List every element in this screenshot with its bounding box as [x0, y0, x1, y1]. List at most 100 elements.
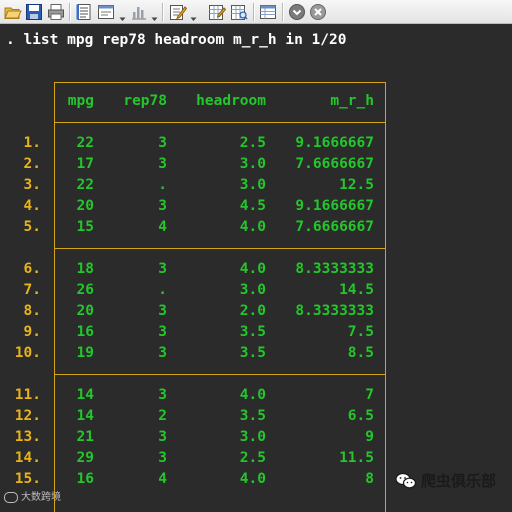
cell-headroom: 2.0	[239, 303, 266, 319]
variables-manager-icon[interactable]	[259, 3, 277, 21]
wechat-icon	[395, 472, 417, 490]
cell-mrh: 7	[365, 387, 374, 403]
cell-rep78: 4	[158, 219, 167, 235]
table-row: 11. 14 3 4.0 7	[0, 385, 512, 406]
cell-rep78: 3	[158, 345, 167, 361]
table-row: 3. 22. 3.0 12.5	[0, 175, 512, 196]
table-row: 6. 18 3 4.0 8.3333333	[0, 259, 512, 280]
table-row: 14. 29 3 2.5 11.5	[0, 448, 512, 469]
cell-headroom: 3.5	[239, 345, 266, 361]
obs-number: 12.	[14, 408, 41, 424]
print-icon[interactable]	[47, 3, 65, 21]
group-divider	[54, 248, 386, 249]
watermark-logo-icon	[4, 491, 18, 503]
cell-mpg: 16	[76, 324, 94, 340]
do-file-editor-icon[interactable]	[169, 3, 187, 21]
cell-mrh: 14.5	[339, 282, 374, 298]
cell-mrh: 8.5	[347, 345, 374, 361]
obs-number: 15.	[14, 471, 41, 487]
obs-number: 3.	[23, 177, 41, 193]
data-browser-icon[interactable]	[230, 3, 248, 21]
cell-headroom: 2.5	[239, 135, 266, 151]
watermark-right: 爬虫俱乐部	[395, 470, 496, 491]
cell-headroom: 4.0	[239, 219, 266, 235]
viewer-dropdown-icon[interactable]	[119, 8, 126, 21]
table-row: 12. 14 2 3.5 6.5	[0, 406, 512, 427]
cell-mrh: 7.6666667	[295, 156, 374, 172]
toolbar-separator	[69, 3, 71, 21]
table-row: 8. 20 3 2.0 8.3333333	[0, 301, 512, 322]
cell-mpg: 18	[76, 261, 94, 277]
save-icon[interactable]	[25, 3, 43, 21]
header-headroom: headroom	[196, 93, 266, 109]
cell-mrh: 7.5	[347, 324, 374, 340]
obs-number: 11.	[14, 387, 41, 403]
viewer-icon[interactable]	[97, 3, 115, 21]
obs-number: 1.	[23, 135, 41, 151]
more-icon[interactable]	[288, 3, 306, 21]
toolbar	[0, 0, 512, 24]
cell-rep78: 3	[158, 198, 167, 214]
cell-mpg: 15	[76, 219, 94, 235]
cell-rep78: 3	[158, 303, 167, 319]
cell-headroom: 4.0	[239, 387, 266, 403]
header-divider	[54, 122, 386, 123]
cell-mpg: 17	[76, 156, 94, 172]
cell-rep78: 4	[158, 471, 167, 487]
cell-mpg: 14	[76, 408, 94, 424]
cell-headroom: 4.5	[239, 198, 266, 214]
cell-rep78: 3	[158, 261, 167, 277]
toolbar-separator	[162, 3, 164, 21]
cell-rep78: .	[158, 282, 167, 298]
cell-mrh: 9	[365, 429, 374, 445]
cell-headroom: 3.0	[239, 177, 266, 193]
cell-mpg: 29	[76, 450, 94, 466]
open-icon[interactable]	[4, 3, 22, 21]
cell-rep78: 3	[158, 156, 167, 172]
table-row: 5. 15 4 4.0 7.6666667	[0, 217, 512, 238]
cell-headroom: 3.5	[239, 324, 266, 340]
log-icon[interactable]	[75, 3, 93, 21]
cell-mrh: 8	[365, 471, 374, 487]
graph-dropdown-icon[interactable]	[151, 8, 158, 21]
obs-number: 7.	[23, 282, 41, 298]
table-row: 13. 21 3 3.0 9	[0, 427, 512, 448]
cell-mpg: 19	[76, 345, 94, 361]
obs-number: 9.	[23, 324, 41, 340]
cell-mpg: 20	[76, 198, 94, 214]
data-editor-icon[interactable]	[208, 3, 226, 21]
cell-rep78: 3	[158, 324, 167, 340]
table-row: 2. 17 3 3.0 7.6666667	[0, 154, 512, 175]
header-rep78: rep78	[123, 93, 167, 109]
do-file-dropdown-icon[interactable]	[190, 8, 197, 21]
cell-rep78: .	[158, 177, 167, 193]
obs-number: 10.	[14, 345, 41, 361]
obs-number: 14.	[14, 450, 41, 466]
toolbar-separator	[253, 3, 255, 21]
results-console[interactable]: . list mpg rep78 headroom m_r_h in 1/20 …	[0, 24, 512, 512]
obs-number: 4.	[23, 198, 41, 214]
cell-headroom: 2.5	[239, 450, 266, 466]
table-row: 7. 26. 3.0 14.5	[0, 280, 512, 301]
cell-mpg: 22	[76, 177, 94, 193]
cell-headroom: 3.0	[239, 282, 266, 298]
obs-number: 8.	[23, 303, 41, 319]
break-icon[interactable]	[309, 3, 327, 21]
cell-headroom: 4.0	[239, 261, 266, 277]
cell-headroom: 3.0	[239, 429, 266, 445]
cell-mrh: 9.1666667	[295, 198, 374, 214]
cell-mpg: 26	[76, 282, 94, 298]
table-row: 10. 19 3 3.5 8.5	[0, 343, 512, 364]
cell-rep78: 3	[158, 450, 167, 466]
obs-number: 6.	[23, 261, 41, 277]
cell-rep78: 3	[158, 429, 167, 445]
cell-mpg: 22	[76, 135, 94, 151]
watermark-left: 大数跨境	[4, 488, 61, 503]
header-m-r-h: m_r_h	[330, 93, 374, 109]
header-mpg: mpg	[67, 93, 94, 109]
obs-number: 13.	[14, 429, 41, 445]
cell-mrh: 9.1666667	[295, 135, 374, 151]
cell-mpg: 14	[76, 387, 94, 403]
graph-icon[interactable]	[130, 3, 148, 21]
cell-mrh: 7.6666667	[295, 219, 374, 235]
